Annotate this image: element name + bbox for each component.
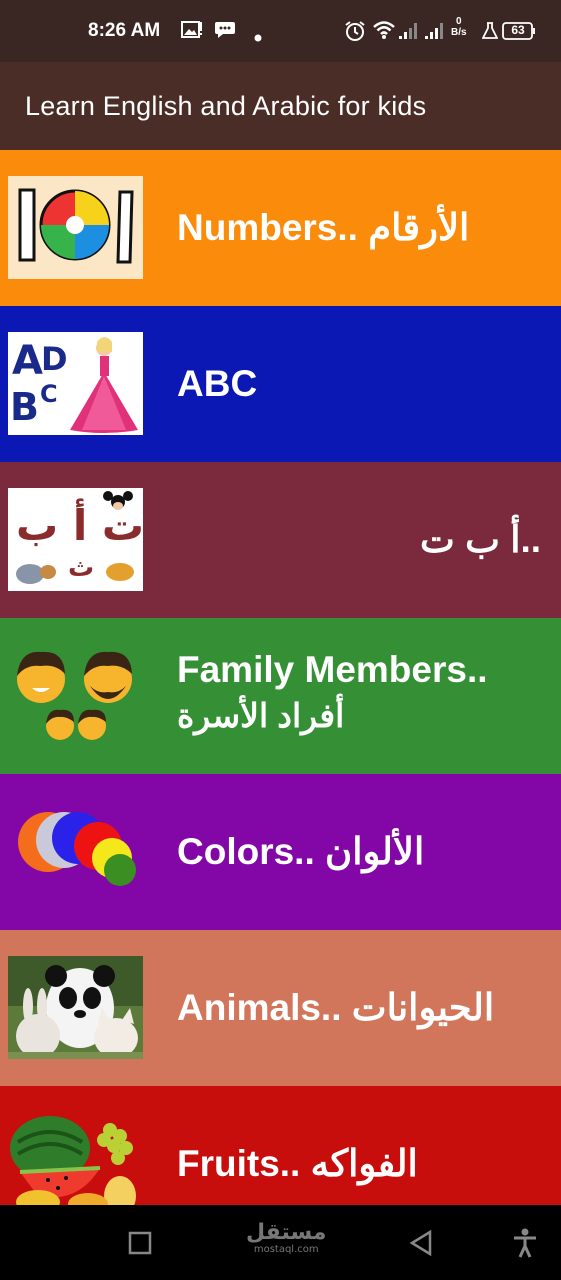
svg-text:C: C [40,380,58,408]
color-circles-icon [8,800,143,903]
svg-text:ث: ث [68,553,94,583]
status-bar: 8:26 AM 0 B/s 63 [0,0,561,62]
app-bar: Learn English and Arabic for kids [0,62,561,150]
category-item-colors[interactable]: Colors.. الألوان [0,774,561,930]
animals-panda-icon [8,956,143,1059]
notification-dot-icon [254,27,262,46]
network-speed: 0 B/s [451,16,467,38]
category-label-numbers: Numbers.. الأرقام [177,207,470,248]
category-item-numbers[interactable]: Numbers.. الأرقام [0,150,561,306]
network-speed-value: 0 [456,16,462,27]
arabic-letters-cartoon-icon: ت أ ب ث [8,488,143,591]
lab-flask-icon [481,22,499,44]
category-list: Numbers.. الأرقام A D B C ABC ت أ ب ث أ … [0,150,561,1205]
network-speed-unit: B/s [451,27,467,38]
category-item-abc[interactable]: A D B C ABC [0,306,561,462]
numbers-101-ball-icon [8,176,143,279]
svg-text:ت أ ب: ت أ ب [16,498,143,550]
accessibility-icon[interactable] [512,1227,538,1263]
category-label-fruits: Fruits.. الفواكه [177,1143,418,1184]
alarm-clock-icon [344,20,366,46]
status-time: 8:26 AM [88,20,161,41]
svg-text:A: A [12,338,43,384]
signal-bars-icon [398,20,420,44]
abc-doll-icon: A D B C [8,332,143,435]
battery-level: 63 [511,23,525,37]
svg-text:D: D [41,340,68,378]
signal-bars-2-icon [424,20,446,44]
chat-bubble-icon [214,20,236,44]
back-button-icon[interactable] [408,1229,434,1261]
recents-button-icon[interactable] [128,1231,152,1259]
category-label-animals: Animals.. الحيوانات [177,987,495,1028]
watermark-arabic: مستقل [246,1220,327,1245]
watermark-latin: mostaql.com [253,1244,319,1255]
category-item-animals[interactable]: Animals.. الحيوانات [0,930,561,1086]
category-label-family-ar: أفراد الأسرة [177,697,345,734]
navigation-bar: مستقل mostaql.com [0,1205,561,1280]
category-item-arabic-letters[interactable]: ت أ ب ث أ ب ت.. [0,462,561,618]
category-label-arabic-letters: أ ب ت.. [420,519,542,560]
fruits-watermelon-icon [8,1112,143,1205]
wifi-icon [372,20,396,44]
category-label-family-en: Family Members.. [177,649,488,690]
app-title: Learn English and Arabic for kids [25,91,427,121]
category-item-fruits[interactable]: Fruits.. الفواكه [0,1086,561,1205]
svg-text:B: B [10,385,39,429]
family-faces-icon [8,644,143,747]
category-label-abc: ABC [177,363,258,404]
category-item-family[interactable]: Family Members.. أفراد الأسرة [0,618,561,774]
category-label-colors: Colors.. الألوان [177,831,425,872]
gallery-notification-icon [181,20,203,44]
watermark: مستقل mostaql.com [246,1222,326,1256]
